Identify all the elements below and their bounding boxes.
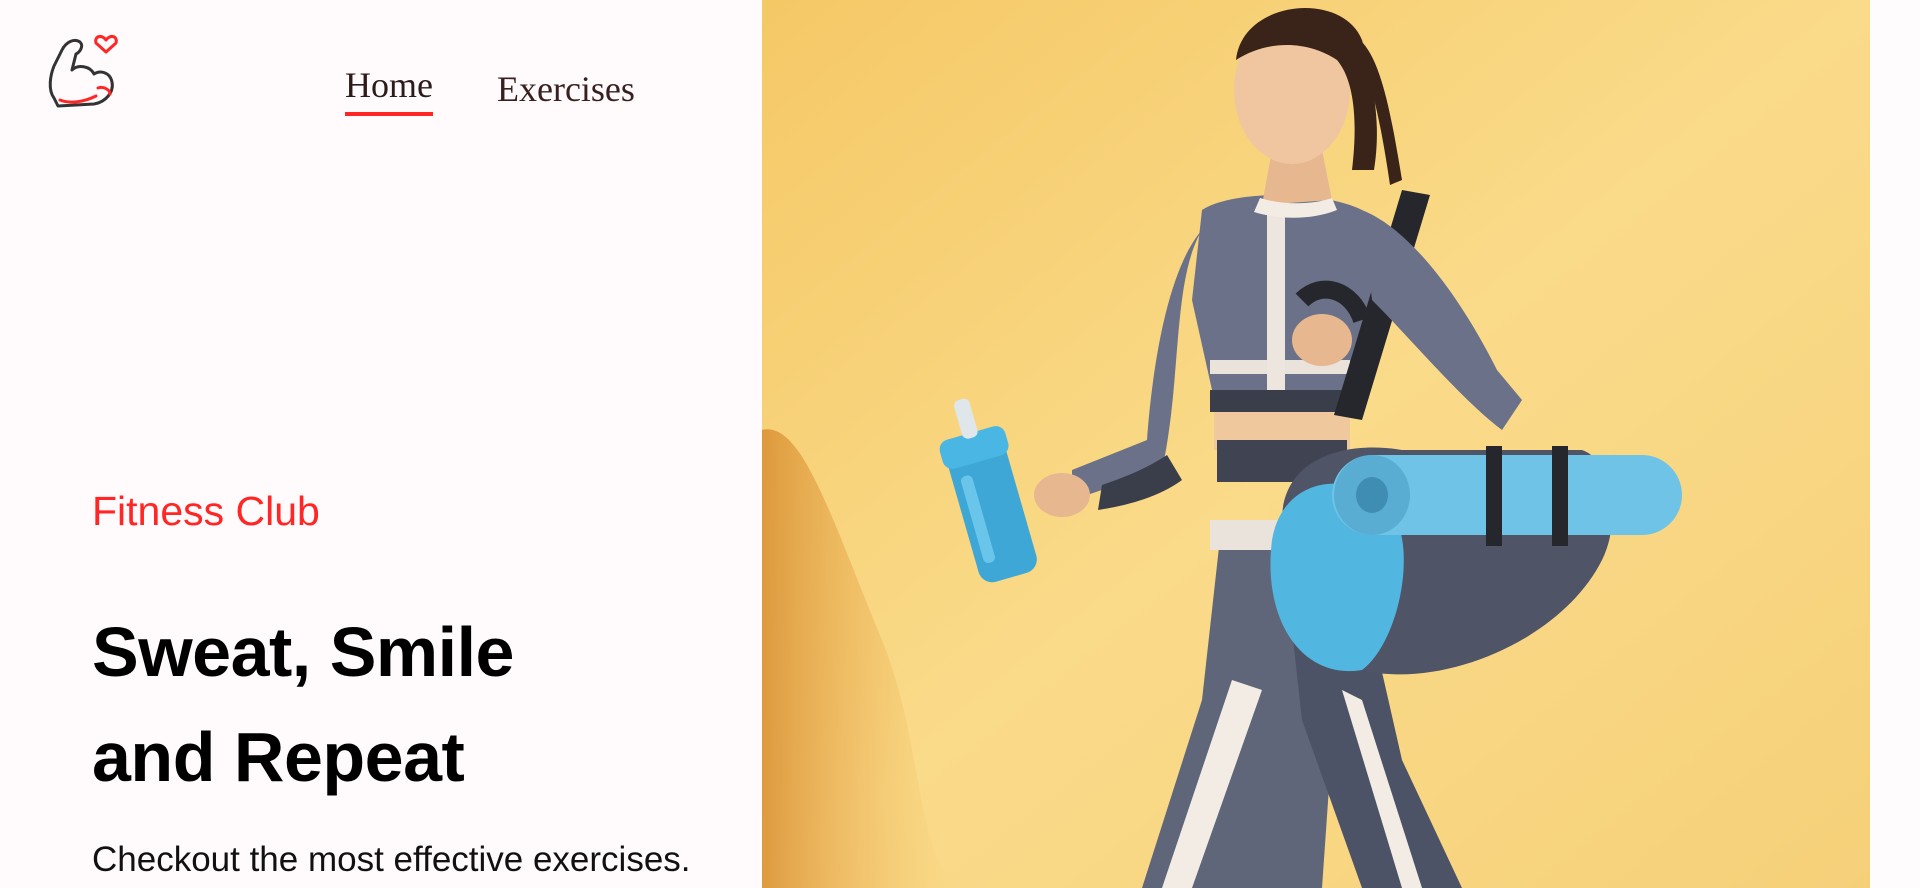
hero-headline: Sweat, Smile and Repeat	[92, 600, 514, 810]
page-right-margin	[1870, 0, 1920, 888]
hero-subtitle: Checkout the most effective exercises.	[92, 840, 691, 879]
hero-headline-line2: and Repeat	[92, 718, 465, 796]
hero-left-panel: Home Exercises Fitness Club Sweat, Smile…	[0, 0, 762, 888]
hero-eyebrow: Fitness Club	[92, 488, 320, 534]
nav-home-link[interactable]: Home	[345, 64, 433, 116]
flexed-arm-heart-icon[interactable]	[44, 30, 124, 112]
woman-with-gym-bag-and-bottle-photo	[762, 0, 1870, 888]
main-nav: Home Exercises	[345, 64, 635, 116]
hero-headline-line1: Sweat, Smile	[92, 613, 514, 691]
nav-exercises-link[interactable]: Exercises	[497, 68, 635, 116]
